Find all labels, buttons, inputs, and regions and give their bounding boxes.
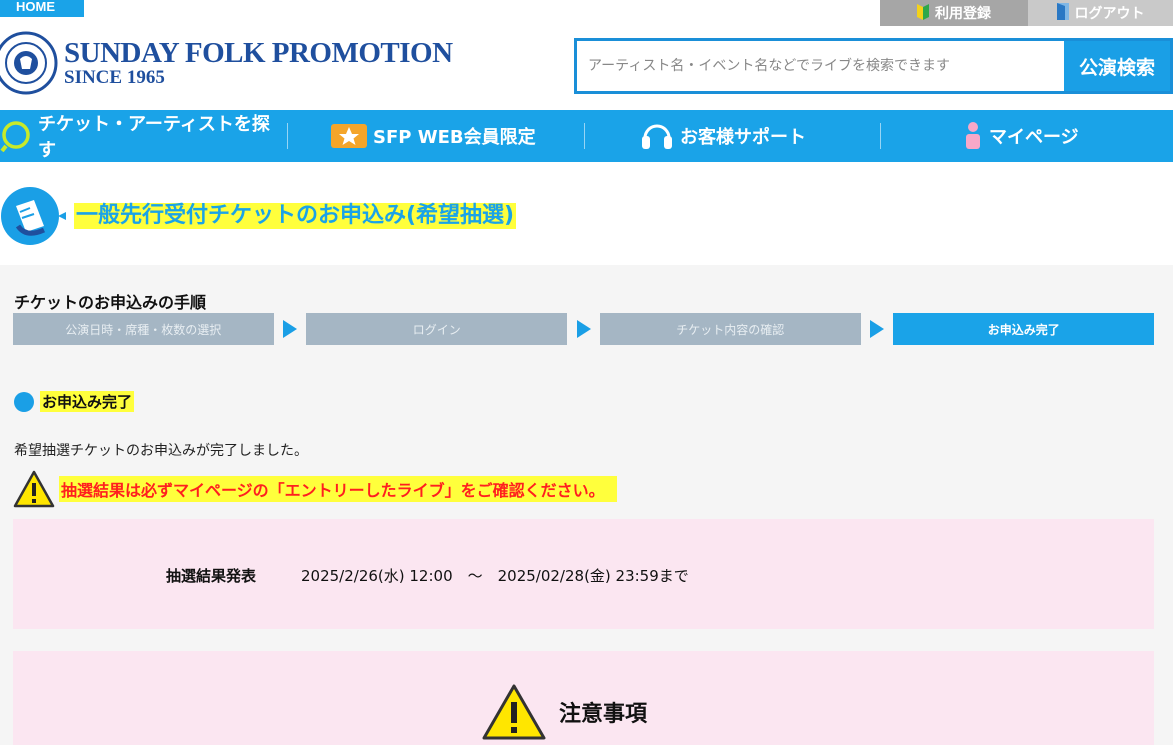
warning-banner: 抽選結果は必ずマイページの「エントリーしたライブ」をご確認ください。 [13, 470, 617, 508]
nav-item-find-tickets[interactable]: チケット・アーティストを探す [0, 110, 287, 162]
ticket-bird-icon [1, 187, 66, 245]
warning-icon [482, 684, 546, 740]
search-icon [0, 120, 32, 152]
beginner-mark-icon [917, 2, 929, 24]
main-nav: チケット・アーティストを探す SFP WEB会員限定 お客様サポート マイページ [0, 110, 1173, 162]
door-icon [1056, 2, 1069, 24]
logo-title: SUNDAY FOLK PROMOTION [64, 37, 453, 69]
logo-text: SUNDAY FOLK PROMOTION SINCE 1965 [64, 38, 453, 88]
warning-icon [13, 470, 55, 508]
nav-label: SFP WEB会員限定 [373, 127, 536, 148]
step-arrow-icon [567, 320, 600, 338]
notice-heading: 注意事項 [481, 683, 647, 741]
step-login: ログイン [306, 313, 568, 345]
page-title: 一般先行受付チケットのお申込み(希望抽選) [74, 203, 517, 229]
nav-label: チケット・アーティストを探す [38, 114, 270, 161]
utility-nav: 利用登録 ログアウト [880, 0, 1173, 26]
steps-title: チケットのお申込みの手順 [14, 293, 207, 312]
person-icon [963, 121, 983, 151]
completion-message: 希望抽選チケットのお申込みが完了しました。 [14, 443, 308, 459]
nav-label: マイページ [989, 127, 1079, 148]
logout-label: ログアウト [1074, 6, 1145, 22]
headset-icon [640, 120, 674, 152]
register-button[interactable]: 利用登録 [880, 0, 1028, 26]
result-period: 2025/2/26(水) 12:00 ～ 2025/02/28(金) 23:59… [301, 567, 689, 585]
step-confirm: チケット内容の確認 [599, 313, 861, 345]
lottery-result-panel: 抽選結果発表 2025/2/26(水) 12:00 ～ 2025/02/28(金… [13, 519, 1154, 629]
home-link[interactable]: HOME [0, 0, 84, 17]
logo-seal-icon [0, 31, 58, 95]
progress-steps: 公演日時・席種・枚数の選択 ログイン チケット内容の確認 お申込み完了 [13, 313, 1154, 345]
section-heading: お申込み完了 [14, 391, 135, 412]
step-arrow-icon [274, 320, 307, 338]
nav-item-mypage[interactable]: マイページ [881, 110, 1173, 162]
section-title: お申込み完了 [40, 391, 135, 412]
site-logo[interactable]: SUNDAY FOLK PROMOTION SINCE 1965 [0, 28, 453, 98]
nav-label: お客様サポート [680, 127, 806, 148]
result-label: 抽選結果発表 [166, 567, 257, 585]
nav-item-support[interactable]: お客様サポート [585, 110, 880, 162]
register-label: 利用登録 [935, 6, 991, 22]
notice-title: 注意事項 [559, 702, 648, 727]
step-arrow-icon [861, 320, 894, 338]
notice-panel: 注意事項 [13, 651, 1154, 745]
nav-item-member-limited[interactable]: SFP WEB会員限定 [288, 110, 584, 162]
star-icon [331, 124, 367, 148]
logout-button[interactable]: ログアウト [1028, 0, 1173, 26]
search-box: 公演検索 [574, 38, 1173, 94]
logo-subtitle: SINCE 1965 [64, 67, 165, 88]
bullet-icon [14, 391, 34, 412]
page-heading: 一般先行受付チケットのお申込み(希望抽選) [0, 178, 517, 254]
warning-text: 抽選結果は必ずマイページの「エントリーしたライブ」をご確認ください。 [59, 476, 617, 502]
step-complete: お申込み完了 [893, 313, 1154, 345]
search-button[interactable]: 公演検索 [1062, 41, 1170, 91]
step-select-performance: 公演日時・席種・枚数の選択 [13, 313, 274, 345]
search-input[interactable] [577, 41, 1062, 91]
